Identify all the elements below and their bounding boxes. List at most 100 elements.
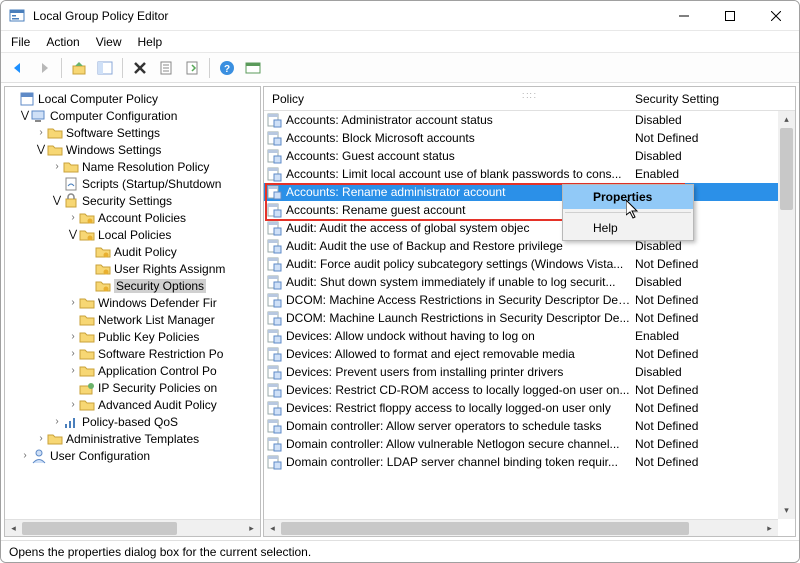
policy-row[interactable]: Accounts: Limit local account use of bla… [264,165,795,183]
show-hide-tree-button[interactable] [94,57,116,79]
scroll-track[interactable] [22,520,243,537]
policy-row[interactable]: Devices: Restrict floppy access to local… [264,399,795,417]
tree-qos[interactable]: ›Policy-based QoS [5,413,260,430]
chevron-right-icon[interactable]: › [67,212,79,223]
tree-user-config[interactable]: ›User Configuration [5,447,260,464]
menu-view[interactable]: View [96,35,122,49]
policy-name: Audit: Audit the use of Backup and Resto… [286,239,631,253]
policy-row[interactable]: DCOM: Machine Access Restrictions in Sec… [264,291,795,309]
tree-app-control[interactable]: ›Application Control Po [5,362,260,379]
tree-user-rights[interactable]: User Rights Assignm [5,260,260,277]
close-button[interactable] [753,1,799,31]
policy-row[interactable]: Audit: Shut down system immediately if u… [264,273,795,291]
scroll-track[interactable] [281,520,761,537]
policy-row[interactable]: Devices: Allow undock without having to … [264,327,795,345]
menu-action[interactable]: Action [46,35,79,49]
chevron-right-icon[interactable]: › [67,331,79,342]
policy-row[interactable]: Accounts: Administrator account statusDi… [264,111,795,129]
tree-software-settings[interactable]: ›Software Settings [5,124,260,141]
tree-root[interactable]: Local Computer Policy [5,90,260,107]
chevron-down-icon[interactable]: ⋁ [19,110,31,121]
tree-admin-templates[interactable]: ›Administrative Templates [5,430,260,447]
scroll-left-icon[interactable]: ◂ [264,520,281,537]
column-header-setting[interactable]: Security Setting [631,92,795,106]
policy-row[interactable]: Domain controller: LDAP server channel b… [264,453,795,471]
column-header-policy[interactable]: Policy [264,92,631,106]
tree-pane: Local Computer Policy ⋁ Computer Configu… [4,86,261,537]
tree-advanced-audit[interactable]: ›Advanced Audit Policy [5,396,260,413]
menu-file[interactable]: File [11,35,30,49]
chevron-down-icon[interactable]: ⋁ [51,195,63,206]
tree-scripts[interactable]: Scripts (Startup/Shutdown [5,175,260,192]
delete-button[interactable] [129,57,151,79]
forward-button[interactable] [33,57,55,79]
tree-computer-config[interactable]: ⋁ Computer Configuration [5,107,260,124]
chevron-right-icon[interactable]: › [67,399,79,410]
policy-row[interactable]: Devices: Prevent users from installing p… [264,363,795,381]
properties-button[interactable] [155,57,177,79]
policy-row[interactable]: Accounts: Rename administrator accountat… [264,183,795,201]
navigation-tree[interactable]: Local Computer Policy ⋁ Computer Configu… [5,87,260,519]
policy-name: Devices: Restrict CD-ROM access to local… [286,383,631,397]
scroll-right-icon[interactable]: ▸ [761,520,778,537]
policy-value: Enabled [631,329,795,343]
chevron-right-icon[interactable]: › [51,161,63,172]
filter-button[interactable] [242,57,264,79]
menu-help[interactable]: Help [138,35,163,49]
maximize-button[interactable] [707,1,753,31]
tree-audit-policy[interactable]: Audit Policy [5,243,260,260]
back-button[interactable] [7,57,29,79]
policy-row[interactable]: Accounts: Guest account statusDisabled [264,147,795,165]
policy-row[interactable]: DCOM: Machine Launch Restrictions in Sec… [264,309,795,327]
tree-account-policies[interactable]: ›Account Policies [5,209,260,226]
tree-security-settings[interactable]: ⋁Security Settings [5,192,260,209]
list-vscrollbar[interactable]: ▴ ▾ [778,111,795,519]
chevron-right-icon[interactable]: › [67,348,79,359]
ctx-properties[interactable]: Properties [563,185,693,209]
policy-list[interactable]: Accounts: Administrator account statusDi… [264,111,795,536]
ctx-help[interactable]: Help [563,216,693,240]
export-button[interactable] [181,57,203,79]
tree-network-list[interactable]: Network List Manager [5,311,260,328]
help-button[interactable]: ? [216,57,238,79]
scroll-track[interactable] [778,128,795,502]
policy-row[interactable]: Accounts: Rename guest account [264,201,795,219]
chevron-right-icon[interactable]: › [19,450,31,461]
tree-windows-settings[interactable]: ⋁Windows Settings [5,141,260,158]
policy-item-icon [266,202,282,218]
minimize-button[interactable] [661,1,707,31]
policy-row[interactable]: Audit: Force audit policy subcategory se… [264,255,795,273]
policy-row[interactable]: Devices: Allowed to format and eject rem… [264,345,795,363]
policy-row[interactable]: Audit: Audit the access of global system… [264,219,795,237]
tree-local-policies[interactable]: ⋁Local Policies [5,226,260,243]
list-hscrollbar[interactable]: ◂ ▸ [264,519,778,536]
chevron-down-icon[interactable]: ⋁ [67,229,79,240]
tree-security-options[interactable]: Security Options [5,277,260,294]
chevron-right-icon[interactable]: › [67,297,79,308]
tree-hscrollbar[interactable]: ◂ ▸ [5,519,260,536]
scroll-right-icon[interactable]: ▸ [243,520,260,537]
tree-software-restriction[interactable]: ›Software Restriction Po [5,345,260,362]
tree-public-key[interactable]: ›Public Key Policies [5,328,260,345]
scroll-left-icon[interactable]: ◂ [5,520,22,537]
policy-row[interactable]: Accounts: Block Microsoft accountsNot De… [264,129,795,147]
up-button[interactable] [68,57,90,79]
chevron-down-icon[interactable]: ⋁ [35,144,47,155]
scroll-thumb[interactable] [780,128,793,210]
chevron-right-icon[interactable]: › [35,433,47,444]
tree-name-resolution[interactable]: ›Name Resolution Policy [5,158,260,175]
policy-row[interactable]: Domain controller: Allow vulnerable Netl… [264,435,795,453]
policy-row[interactable]: Audit: Audit the use of Backup and Resto… [264,237,795,255]
chevron-right-icon[interactable]: › [35,127,47,138]
chevron-right-icon[interactable]: › [51,416,63,427]
tree-ipsec[interactable]: IP Security Policies on [5,379,260,396]
scroll-thumb[interactable] [22,522,177,535]
scroll-thumb[interactable] [281,522,689,535]
policy-row[interactable]: Devices: Restrict CD-ROM access to local… [264,381,795,399]
chevron-right-icon[interactable]: › [67,365,79,376]
policy-row[interactable]: Domain controller: Allow server operator… [264,417,795,435]
policy-value: Disabled [631,365,795,379]
tree-windows-defender[interactable]: ›Windows Defender Fir [5,294,260,311]
scroll-up-icon[interactable]: ▴ [778,111,795,128]
scroll-down-icon[interactable]: ▾ [778,502,795,519]
